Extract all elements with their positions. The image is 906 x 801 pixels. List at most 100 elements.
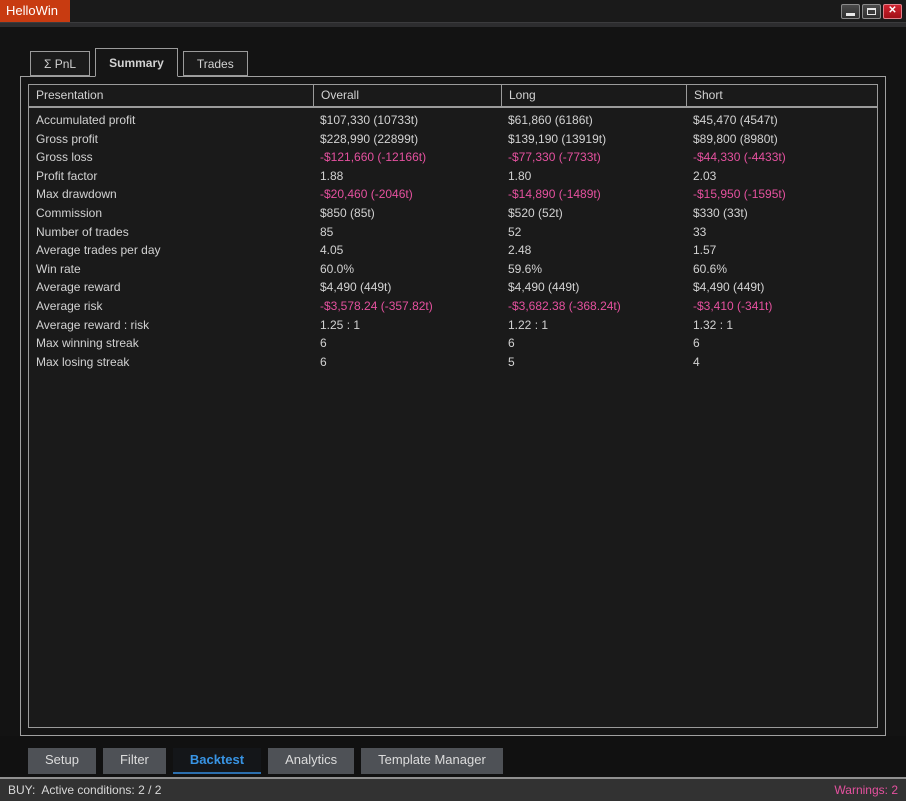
window-controls: ✕: [841, 0, 906, 22]
metric-value-long: $4,490 (449t): [501, 278, 686, 297]
column-header-presentation: Presentation: [29, 85, 313, 106]
app-window: HelloWin ✕ Σ PnLSummaryTrades Presentati…: [0, 0, 906, 801]
metric-value-short: 6: [686, 334, 877, 353]
metric-value-overall: 1.88: [313, 167, 501, 186]
metric-value-short: 1.57: [686, 241, 877, 260]
status-bar: BUY: Active conditions: 2 / 2 Warnings: …: [0, 777, 906, 801]
metric-value-short: 60.6%: [686, 260, 877, 279]
metric-label: Gross profit: [29, 130, 313, 149]
metric-value-overall: $4,490 (449t): [313, 278, 501, 297]
metric-value-overall: 6: [313, 353, 501, 372]
metric-value-overall: $107,330 (10733t): [313, 111, 501, 130]
metric-value-long: $139,190 (13919t): [501, 130, 686, 149]
table-header-row: PresentationOverallLongShort: [29, 85, 877, 108]
titlebar-spacer: [70, 0, 841, 22]
metric-value-long: 6: [501, 334, 686, 353]
metric-value-overall: -$20,460 (-2046t): [313, 185, 501, 204]
table-row: Max winning streak666: [29, 334, 877, 353]
table-row: Gross loss-$121,660 (-12166t)-$77,330 (-…: [29, 148, 877, 167]
metric-value-short: -$44,330 (-4433t): [686, 148, 877, 167]
metric-value-overall: $850 (85t): [313, 204, 501, 223]
metric-value-long: 1.22 : 1: [501, 316, 686, 335]
tab--pnl[interactable]: Σ PnL: [30, 51, 90, 76]
metric-value-long: -$77,330 (-7733t): [501, 148, 686, 167]
table-row: Max losing streak654: [29, 353, 877, 372]
metric-value-short: $4,490 (449t): [686, 278, 877, 297]
metric-value-long: $520 (52t): [501, 204, 686, 223]
metric-value-short: -$3,410 (-341t): [686, 297, 877, 316]
minimize-button[interactable]: [841, 4, 860, 19]
metric-value-overall: 4.05: [313, 241, 501, 260]
metric-label: Number of trades: [29, 223, 313, 242]
metric-value-long: 5: [501, 353, 686, 372]
metric-value-overall: 6: [313, 334, 501, 353]
metric-value-long: 1.80: [501, 167, 686, 186]
tab-trades[interactable]: Trades: [183, 51, 248, 76]
table-row: Average reward$4,490 (449t)$4,490 (449t)…: [29, 278, 877, 297]
top-tab-strip: Σ PnLSummaryTrades: [30, 48, 906, 76]
metric-label: Max winning streak: [29, 334, 313, 353]
status-active-conditions: BUY: Active conditions: 2 / 2: [8, 783, 161, 797]
bottom-tab-backtest[interactable]: Backtest: [173, 748, 261, 774]
table-row: Number of trades855233: [29, 223, 877, 242]
maximize-icon: [867, 8, 876, 15]
summary-panel: PresentationOverallLongShort Accumulated…: [20, 76, 886, 736]
table-row: Average trades per day4.052.481.57: [29, 241, 877, 260]
bottom-tab-strip: Setup Filter Backtest Analytics Template Man…: [0, 748, 906, 777]
table-row: Average reward : risk1.25 : 11.22 : 11.3…: [29, 316, 877, 335]
metric-value-short: $45,470 (4547t): [686, 111, 877, 130]
metric-label: Average reward: [29, 278, 313, 297]
metric-value-overall: -$3,578.24 (-357.82t): [313, 297, 501, 316]
metric-value-long: $61,860 (6186t): [501, 111, 686, 130]
table-row: Win rate60.0%59.6%60.6%: [29, 260, 877, 279]
bottom-tab-filter[interactable]: Filter: [103, 748, 166, 774]
column-header-overall: Overall: [313, 85, 501, 106]
metric-label: Commission: [29, 204, 313, 223]
metric-value-short: 2.03: [686, 167, 877, 186]
metric-label: Max losing streak: [29, 353, 313, 372]
bottom-tab-area: Setup Filter Backtest Analytics Template Man…: [0, 736, 906, 777]
close-icon: ✕: [888, 6, 896, 16]
column-header-long: Long: [501, 85, 686, 106]
metric-value-short: -$15,950 (-1595t): [686, 185, 877, 204]
metric-value-long: 59.6%: [501, 260, 686, 279]
main-content: Σ PnLSummaryTrades PresentationOverallLo…: [0, 27, 906, 777]
column-header-short: Short: [686, 85, 877, 106]
metric-value-short: $330 (33t): [686, 204, 877, 223]
summary-table: PresentationOverallLongShort Accumulated…: [28, 84, 878, 728]
metric-value-overall: -$121,660 (-12166t): [313, 148, 501, 167]
metric-value-overall: $228,990 (22899t): [313, 130, 501, 149]
status-warnings: Warnings: 2: [834, 783, 898, 797]
metric-value-short: 4: [686, 353, 877, 372]
metric-value-overall: 1.25 : 1: [313, 316, 501, 335]
tab-summary[interactable]: Summary: [95, 48, 178, 77]
close-button[interactable]: ✕: [883, 4, 902, 19]
metric-value-short: 1.32 : 1: [686, 316, 877, 335]
minimize-icon: [846, 13, 855, 16]
metric-label: Profit factor: [29, 167, 313, 186]
window-title: HelloWin: [0, 0, 70, 22]
bottom-tab-template-manager[interactable]: Template Manager: [361, 748, 503, 774]
metric-value-short: 33: [686, 223, 877, 242]
table-row: Profit factor1.881.802.03: [29, 167, 877, 186]
bottom-tab-analytics[interactable]: Analytics: [268, 748, 354, 774]
metric-label: Max drawdown: [29, 185, 313, 204]
table-row: Average risk-$3,578.24 (-357.82t)-$3,682…: [29, 297, 877, 316]
metric-value-overall: 60.0%: [313, 260, 501, 279]
metric-value-long: 52: [501, 223, 686, 242]
metric-label: Average reward : risk: [29, 316, 313, 335]
metric-label: Gross loss: [29, 148, 313, 167]
metric-label: Average risk: [29, 297, 313, 316]
metric-value-long: 2.48: [501, 241, 686, 260]
metric-value-overall: 85: [313, 223, 501, 242]
title-bar: HelloWin ✕: [0, 0, 906, 22]
bottom-tab-setup[interactable]: Setup: [28, 748, 96, 774]
table-row: Max drawdown-$20,460 (-2046t)-$14,890 (-…: [29, 185, 877, 204]
table-row: Gross profit$228,990 (22899t)$139,190 (1…: [29, 130, 877, 149]
metric-value-long: -$3,682.38 (-368.24t): [501, 297, 686, 316]
maximize-button[interactable]: [862, 4, 881, 19]
metric-label: Average trades per day: [29, 241, 313, 260]
metric-label: Accumulated profit: [29, 111, 313, 130]
metric-value-long: -$14,890 (-1489t): [501, 185, 686, 204]
table-body: Accumulated profit$107,330 (10733t)$61,8…: [29, 108, 877, 727]
